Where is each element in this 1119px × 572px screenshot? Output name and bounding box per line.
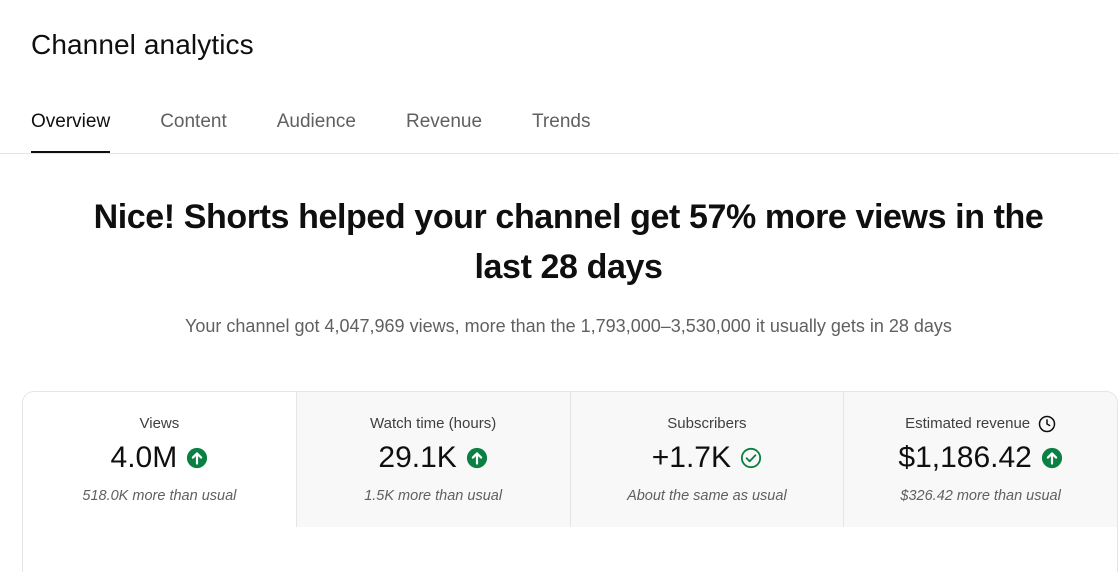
- metric-note: 518.0K more than usual: [82, 488, 237, 504]
- metric-label: Views: [23, 414, 296, 434]
- metrics-card-group: Views 4.0M 518.0K more than usual Watch …: [22, 391, 1118, 572]
- metric-note: $326.42 more than usual: [900, 488, 1061, 504]
- check-circle-icon: [740, 447, 762, 469]
- arrow-up-circle-icon: [187, 447, 208, 469]
- metric-card-subscribers[interactable]: Subscribers +1.7K About the same as usua…: [569, 392, 844, 527]
- metric-card-views[interactable]: Views 4.0M 518.0K more than usual: [23, 392, 296, 527]
- metric-label-text: Views: [139, 415, 180, 432]
- channel-analytics-page: Channel analytics Overview Content Audie…: [0, 0, 1119, 572]
- tabs-divider: [0, 153, 1119, 154]
- metrics-row: Views 4.0M 518.0K more than usual Watch …: [23, 392, 1117, 527]
- metric-value-row: $1,186.42: [844, 438, 1117, 478]
- summary-headline-line1: Nice! Shorts helped your channel get 57%…: [93, 198, 1044, 236]
- tab-overview[interactable]: Overview: [31, 104, 111, 153]
- metric-card-estimated-revenue[interactable]: Estimated revenue $1,186.42 $326.42 more…: [843, 392, 1117, 527]
- metric-label-text: Subscribers: [667, 415, 747, 432]
- arrow-up-circle-icon: [1041, 447, 1062, 469]
- tab-audience[interactable]: Audience: [277, 104, 356, 153]
- summary-headline: Nice! Shorts helped your channel get 57%…: [0, 192, 1119, 292]
- metric-value: $1,186.42: [898, 441, 1032, 474]
- analytics-tabs: Overview Content Audience Revenue Trends: [31, 104, 640, 153]
- chart-area: [23, 527, 1117, 572]
- summary-subline: Your channel got 4,047,969 views, more t…: [185, 316, 952, 336]
- summary-headline-line2: last 28 days: [474, 248, 663, 286]
- metric-note: 1.5K more than usual: [364, 488, 503, 504]
- metric-value-row: 4.0M: [23, 438, 296, 478]
- metric-note: About the same as usual: [627, 488, 787, 504]
- metric-label-text: Estimated revenue: [905, 415, 1031, 432]
- page-title: Channel analytics: [31, 29, 254, 60]
- metric-label: Watch time (hours): [297, 414, 570, 434]
- tab-content[interactable]: Content: [160, 104, 227, 153]
- metric-value-row: +1.7K: [571, 438, 844, 478]
- metric-label: Subscribers: [571, 414, 844, 434]
- metric-label-text: Watch time (hours): [370, 415, 497, 432]
- metric-card-watch-time[interactable]: Watch time (hours) 29.1K 1.5K more than …: [295, 392, 570, 527]
- metric-label: Estimated revenue: [844, 414, 1117, 434]
- arrow-up-circle-icon: [466, 447, 487, 469]
- metric-value: 29.1K: [378, 441, 457, 474]
- metric-value: 4.0M: [110, 441, 178, 474]
- clock-icon[interactable]: [1038, 415, 1056, 433]
- tab-revenue[interactable]: Revenue: [406, 104, 482, 153]
- metric-value: +1.7K: [651, 441, 731, 474]
- tab-trends[interactable]: Trends: [532, 104, 590, 153]
- metric-value-row: 29.1K: [297, 438, 570, 478]
